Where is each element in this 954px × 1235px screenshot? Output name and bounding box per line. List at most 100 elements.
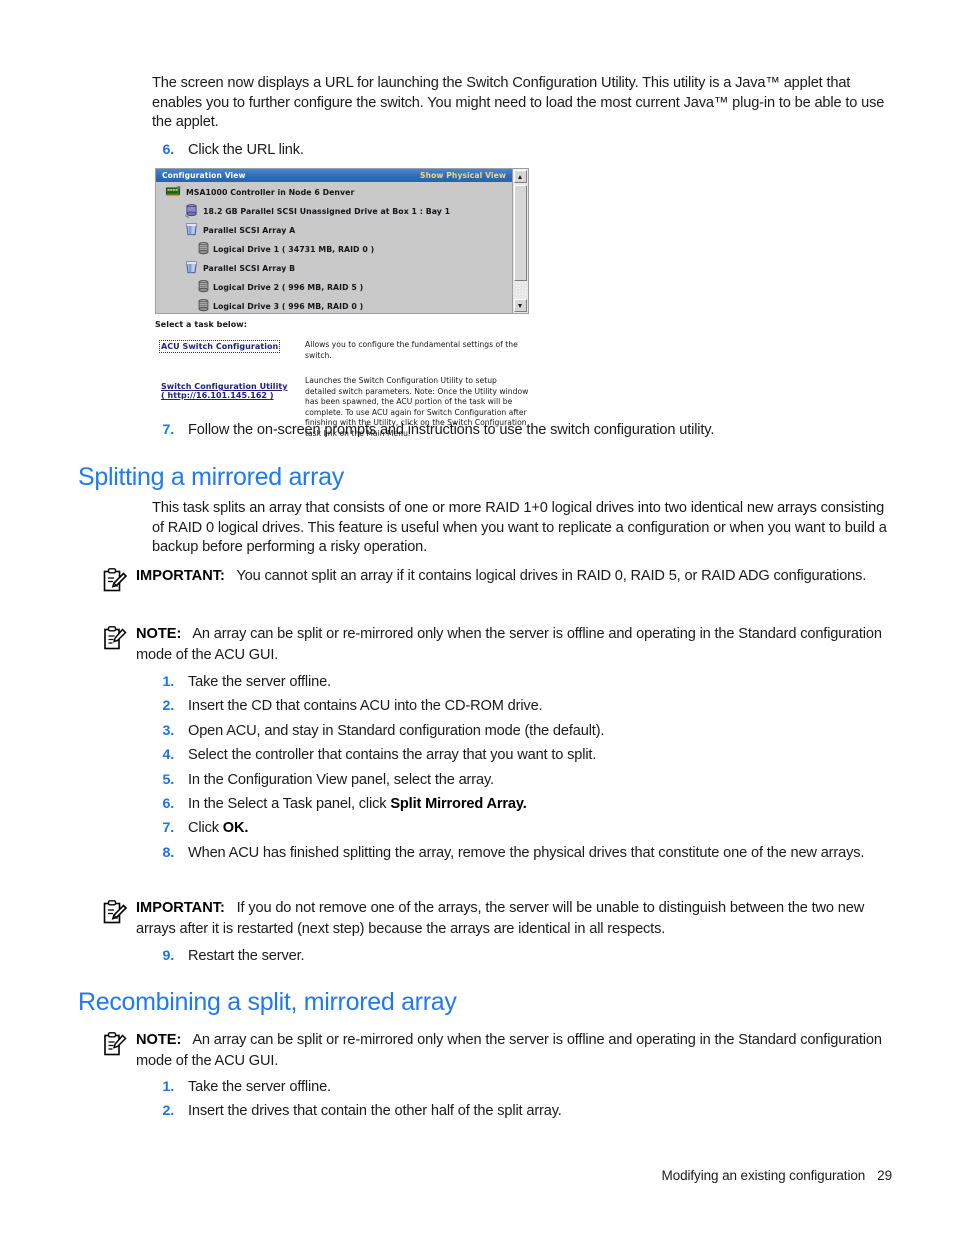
note-label: NOTE: — [136, 1032, 182, 1048]
step-text-emphasis: OK. — [222, 820, 249, 837]
step-number: 6. — [162, 142, 174, 158]
splitting-steps-list: 1. Take the server offline. 2. Insert th… — [0, 670, 954, 865]
list-item-step-4: 4. Select the controller that contains t… — [152, 743, 892, 767]
list-item-step-3: 3. Open ACU, and stay in Standard config… — [152, 719, 892, 743]
tree-item-label: Logical Drive 3 ( 996 MB, RAID 0 ) — [213, 301, 364, 311]
step-number: 2. — [162, 698, 174, 715]
acu-switch-configuration-description: Allows you to configure the fundamental … — [305, 340, 518, 360]
step-number: 7. — [162, 820, 174, 837]
step-number: 3. — [162, 722, 174, 739]
tree-item[interactable]: MSA1000 Controller in Node 6 Denver — [156, 182, 512, 201]
splitting-intro-paragraph: This task splits an array that consists … — [152, 500, 887, 556]
step-number: 4. — [162, 747, 174, 764]
list-item-step-7: 7. Follow the on-screen prompts and inst… — [152, 418, 714, 443]
important-callout-1: IMPORTANT: You cannot split an array if … — [99, 566, 867, 592]
list-item-step-1: 1. Take the server offline. — [152, 670, 892, 694]
unassigned-drive-icon — [184, 203, 199, 219]
switch-configuration-utility-label: Switch Configuration Utility — [161, 382, 288, 391]
list-item-step-6: 6. In the Select a Task panel, click Spl… — [152, 792, 892, 816]
step-number: 7. — [162, 422, 174, 438]
tree-item[interactable]: Logical Drive 3 ( 996 MB, RAID 0 ) — [156, 296, 512, 313]
scroll-up-button[interactable] — [514, 170, 527, 183]
tree-item[interactable]: Parallel SCSI Array A — [156, 220, 512, 239]
list-item-step-2: 2. Insert the CD that contains ACU into … — [152, 694, 892, 718]
step-text: Click — [188, 820, 223, 837]
scrollbar-track[interactable] — [514, 282, 526, 298]
note-text: An array can be split or re-mirrored onl… — [136, 1032, 882, 1069]
step-number: 6. — [162, 796, 174, 813]
list-item-step-7: 7. Click OK. — [152, 816, 892, 840]
logical-drive-icon — [196, 298, 211, 313]
page-footer: Modifying an existing configuration 29 — [661, 1168, 893, 1183]
step-text: Follow the on-screen prompts and instruc… — [188, 422, 715, 438]
configuration-view-panel: Configuration View Show Physical View MS… — [155, 168, 529, 314]
tree-item-label: 18.2 GB Parallel SCSI Unassigned Drive a… — [203, 206, 451, 216]
note-label: NOTE: — [136, 626, 182, 642]
important-callout-2: IMPORTANT: If you do not remove one of t… — [99, 898, 898, 940]
configuration-view-titlebar: Configuration View Show Physical View — [156, 169, 512, 182]
list-item-step-1: 1. Take the server offline. — [152, 1075, 892, 1099]
acu-switch-configuration-link[interactable]: ACU Switch Configuration — [158, 340, 281, 353]
step-text: Open ACU, and stay in Standard configura… — [188, 722, 605, 739]
step-number: 1. — [162, 1079, 174, 1095]
tree-item-label: Logical Drive 1 ( 34731 MB, RAID 0 ) — [213, 244, 375, 254]
step-text: Take the server offline. — [188, 674, 331, 690]
step-number: 9. — [162, 948, 174, 964]
scrollbar-thumb[interactable] — [514, 185, 527, 281]
show-physical-view-link[interactable]: Show Physical View — [420, 171, 506, 180]
note-text: An array can be split or re-mirrored onl… — [136, 626, 882, 663]
tree-item[interactable]: Logical Drive 2 ( 996 MB, RAID 5 ) — [156, 277, 512, 296]
step-text: Restart the server. — [188, 948, 305, 964]
page-number: 29 — [877, 1168, 892, 1183]
select-a-task-heading: Select a task below: — [155, 320, 247, 329]
important-label: IMPORTANT: — [136, 900, 225, 916]
tree-item[interactable]: 18.2 GB Parallel SCSI Unassigned Drive a… — [156, 201, 512, 220]
important-text: If you do not remove one of the arrays, … — [136, 900, 865, 937]
tree-item-label: Parallel SCSI Array A — [203, 225, 296, 235]
panel-title: Configuration View — [162, 171, 246, 181]
important-label: IMPORTANT: — [136, 568, 225, 584]
tree-scrollbar[interactable] — [512, 169, 528, 313]
tree-item-label: MSA1000 Controller in Node 6 Denver — [186, 187, 355, 197]
step-text-emphasis: Split Mirrored Array. — [390, 796, 527, 813]
logical-drive-icon — [196, 279, 211, 294]
acu-screenshot-figure: Configuration View Show Physical View MS… — [155, 168, 529, 438]
step-number: 5. — [162, 771, 174, 788]
important-clipboard-icon — [101, 899, 128, 925]
step-number: 1. — [162, 674, 174, 690]
step-text: Click the URL link. — [188, 142, 304, 158]
logical-drive-icon — [196, 241, 211, 256]
step-text: Take the server offline. — [188, 1079, 331, 1095]
step-number: 8. — [162, 844, 174, 861]
array-icon — [184, 222, 199, 237]
switch-configuration-utility-url: ( http://16.101.145.162 ) — [161, 391, 274, 400]
scroll-down-button[interactable] — [514, 299, 527, 312]
note-clipboard-icon — [101, 1031, 127, 1057]
page-title-recombining: Recombining a split, mirrored array — [78, 988, 457, 1016]
array-icon — [184, 260, 199, 275]
important-clipboard-icon — [101, 567, 128, 593]
tree-item-label: Parallel SCSI Array B — [203, 263, 296, 273]
step-text: In the Configuration View panel, select … — [188, 771, 494, 788]
page-title-splitting: Splitting a mirrored array — [78, 463, 344, 491]
step-text: Insert the CD that contains ACU into the… — [188, 698, 543, 715]
important-text: You cannot split an array if it contains… — [236, 568, 867, 584]
switch-configuration-utility-link[interactable]: Switch Configuration Utility ( http://16… — [161, 382, 288, 400]
list-item-step-6: 6. Click the URL link. — [152, 138, 304, 163]
intro-paragraph: The screen now displays a URL for launch… — [152, 75, 885, 131]
list-item-step-9: 9. Restart the server. — [152, 944, 304, 969]
step-text: Select the controller that contains the … — [188, 747, 597, 764]
configuration-view-tree: MSA1000 Controller in Node 6 Denver 18.2… — [156, 182, 512, 313]
tree-item[interactable]: Logical Drive 1 ( 34731 MB, RAID 0 ) — [156, 239, 512, 258]
list-item-step-2: 2. Insert the drives that contain the ot… — [152, 1099, 892, 1123]
tree-item[interactable]: Parallel SCSI Array B — [156, 258, 512, 277]
note-callout-2: NOTE: An array can be split or re-mirror… — [99, 1030, 898, 1072]
recombining-steps-list: 1. Take the server offline. 2. Insert th… — [0, 1075, 954, 1124]
step-text: Insert the drives that contain the other… — [188, 1103, 562, 1120]
list-item-step-8: 8. When ACU has finished splitting the a… — [152, 841, 892, 865]
step-text: In the Select a Task panel, click — [188, 796, 391, 813]
footer-title: Modifying an existing configuration — [661, 1168, 866, 1183]
step-number: 2. — [162, 1103, 174, 1120]
document-page: The screen now displays a URL for launch… — [0, 0, 954, 1235]
list-item-step-5: 5. In the Configuration View panel, sele… — [152, 768, 892, 792]
